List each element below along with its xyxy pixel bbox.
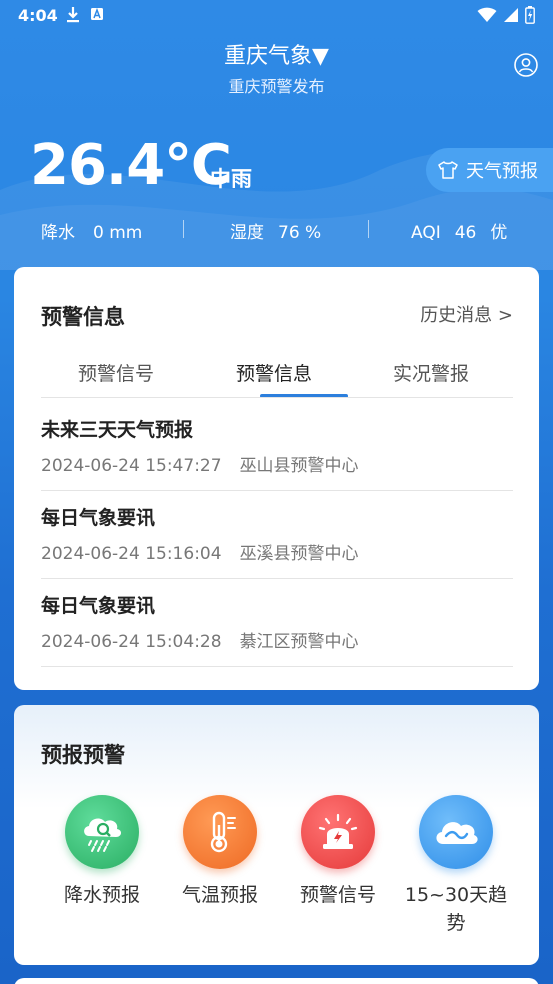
current-temperature: 26.4℃ — [30, 133, 232, 198]
city-selector[interactable]: 重庆气象▼ — [0, 38, 553, 70]
rain-cloud-icon — [65, 795, 139, 869]
thermometer-icon — [183, 795, 257, 869]
header-subtitle: 重庆预警发布 — [228, 77, 325, 96]
tab-live-alert[interactable]: 实况警报 — [393, 359, 469, 386]
alert-list-item[interactable]: 每日气象要讯 2024-06-24 15:04:28 綦江区预警中心 — [41, 579, 513, 667]
alert-time: 2024-06-24 15:16:04 — [41, 544, 222, 564]
alert-tabs: 预警信号 预警信息 实况警报 — [41, 355, 513, 399]
next-card — [14, 978, 539, 984]
download-icon — [67, 7, 79, 23]
shirt-icon — [438, 161, 458, 179]
alert-list-item[interactable]: 未来三天天气预报 2024-06-24 15:47:27 巫山县预警中心 — [41, 403, 513, 491]
divider — [41, 666, 513, 667]
forecast-card-title: 预报预警 — [41, 743, 125, 767]
history-messages-link[interactable]: 历史消息 > — [420, 301, 513, 327]
font-icon — [91, 7, 103, 20]
precipitation-stat: 降水 0 mm — [41, 223, 143, 243]
alert-title: 未来三天天气预报 — [41, 419, 194, 441]
weather-forecast-button[interactable]: 天气预报 — [426, 148, 553, 192]
signal-icon — [504, 8, 518, 22]
battery-icon — [525, 6, 535, 24]
warning-signal-label: 预警信号 — [299, 884, 376, 906]
alert-org: 巫溪县预警中心 — [239, 544, 359, 564]
tabs-divider — [41, 397, 513, 398]
stat-divider — [183, 220, 184, 238]
temperature-forecast-button[interactable]: 气温预报 — [160, 795, 280, 909]
alarm-light-icon — [301, 795, 375, 869]
forecast-shortcuts: 降水预报 气温预报 预警信号 15~30天趋势 — [14, 795, 539, 945]
alert-time: 2024-06-24 15:04:28 — [41, 632, 222, 652]
humidity-stat: 湿度 76 % — [230, 223, 322, 243]
aqi-stat: AQI 46 优 — [411, 223, 508, 243]
alert-time: 2024-06-24 15:47:27 — [41, 456, 222, 476]
alert-org: 巫山县预警中心 — [239, 456, 359, 476]
forecast-warning-card: 预报预警 降水预报 气温预报 预警信号 15~30天趋势 — [14, 705, 539, 965]
alert-org: 綦江区预警中心 — [239, 632, 359, 652]
user-icon — [514, 53, 538, 77]
alert-title: 每日气象要讯 — [41, 507, 156, 529]
status-time: 4:04 — [18, 6, 58, 25]
status-bar: 4:04 — [0, 0, 553, 32]
alert-title: 每日气象要讯 — [41, 595, 156, 617]
wifi-icon — [477, 7, 497, 22]
rain-forecast-label: 降水预报 — [63, 884, 140, 906]
forecast-button-label: 天气预报 — [466, 161, 538, 182]
alerts-card: 预警信息 历史消息 > 预警信号 预警信息 实况警报 未来三天天气预报 2024… — [14, 267, 539, 690]
trend-15-30-days-button[interactable]: 15~30天趋势 — [396, 795, 516, 937]
weather-condition: 中雨 — [210, 167, 252, 191]
rain-forecast-button[interactable]: 降水预报 — [42, 795, 162, 909]
temperature-forecast-label: 气温预报 — [181, 884, 258, 906]
stat-divider — [368, 220, 369, 238]
tab-warning-signal[interactable]: 预警信号 — [78, 359, 154, 386]
trend-15-30-days-label: 15~30天趋势 — [404, 884, 508, 934]
alert-list-item[interactable]: 每日气象要讯 2024-06-24 15:16:04 巫溪县预警中心 — [41, 491, 513, 579]
alerts-card-title: 预警信息 — [41, 305, 125, 329]
user-profile-button[interactable] — [514, 53, 538, 77]
warning-signal-button[interactable]: 预警信号 — [278, 795, 398, 909]
tab-warning-info[interactable]: 预警信息 — [236, 359, 312, 386]
weather-stats: 降水 0 mm 湿度 76 % AQI 46 优 — [0, 218, 553, 243]
cloud-trend-icon — [419, 795, 493, 869]
